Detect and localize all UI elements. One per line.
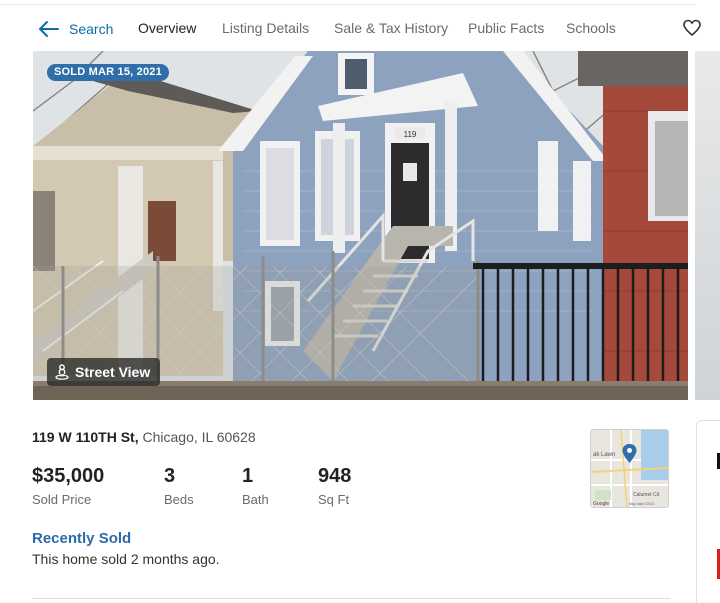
sold-note: This home sold 2 months ago.: [32, 551, 220, 567]
top-divider: [0, 4, 696, 5]
property-photo[interactable]: 119: [33, 51, 688, 400]
listing-nav: Search Overview Listing Details Sale & T…: [0, 10, 701, 46]
stat-value: 948: [318, 465, 352, 487]
arrow-left-icon: [39, 21, 59, 37]
map-image: ak Lawn Calumet Cit Google Map data ©202…: [591, 430, 668, 507]
tab-sale-tax-history[interactable]: Sale & Tax History: [334, 20, 448, 36]
side-panel-peek: [696, 420, 720, 603]
heart-icon: [683, 19, 701, 37]
property-address: 119 W 110TH St, Chicago, IL 60628: [32, 429, 256, 445]
map-attribution: Map data ©2021: [629, 502, 655, 506]
stat-label: Bath: [242, 492, 269, 507]
street-view-button[interactable]: Street View: [47, 358, 160, 386]
map-brand: Google: [593, 501, 609, 507]
stat-label: Sold Price: [32, 492, 92, 507]
tab-listing-details[interactable]: Listing Details: [222, 20, 309, 36]
map-place-label: Calumet Cit: [633, 492, 660, 498]
back-to-search-button[interactable]: Search: [38, 18, 118, 40]
address-street: 119 W 110TH St,: [32, 429, 139, 445]
stat-value: 1: [242, 465, 254, 487]
stat-value: $35,000: [32, 465, 105, 487]
tab-public-facts[interactable]: Public Facts: [468, 20, 544, 36]
tab-schools[interactable]: Schools: [566, 20, 616, 36]
stat-value: 3: [164, 465, 176, 487]
stat-sold-price: $35,000 Sold Price: [32, 464, 104, 507]
stat-label: Beds: [164, 492, 194, 507]
next-photo-peek[interactable]: [695, 51, 720, 400]
sold-date-badge: SOLD MAR 15, 2021: [47, 64, 169, 81]
tab-overview[interactable]: Overview: [138, 20, 196, 36]
stat-baths: 1 Bath: [242, 464, 269, 507]
house-number: 119: [404, 130, 417, 139]
house-photo-illustration: 119: [33, 51, 688, 400]
favorite-button[interactable]: [682, 18, 702, 38]
street-view-person-icon: [55, 364, 69, 380]
stat-label: Sq Ft: [318, 492, 350, 507]
map-place-label: ak Lawn: [593, 452, 615, 458]
street-view-label: Street View: [75, 364, 151, 380]
section-divider: [32, 598, 670, 599]
recently-sold-link[interactable]: Recently Sold: [32, 530, 131, 547]
stat-beds: 3 Beds: [164, 464, 194, 507]
stat-sq-ft: 948 Sq Ft: [318, 464, 351, 507]
map-thumbnail[interactable]: ak Lawn Calumet Cit Google Map data ©202…: [590, 429, 669, 508]
address-city: Chicago, IL 60628: [142, 429, 256, 445]
back-label: Search: [69, 21, 114, 37]
